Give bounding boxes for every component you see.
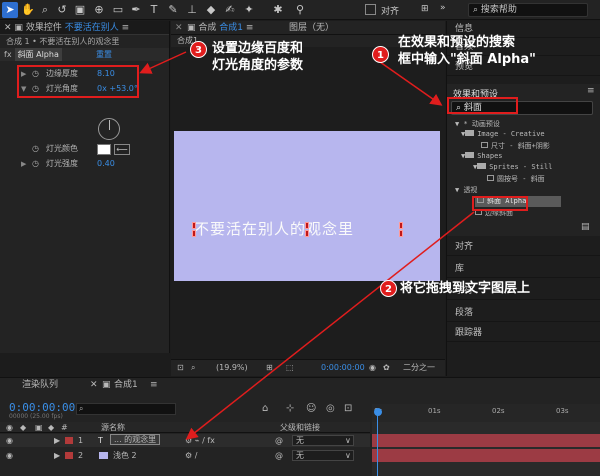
- step1-callout-line1: 在效果和预设的搜索: [398, 35, 516, 50]
- step3-callout-line1: 设置边缘百度和: [212, 41, 304, 56]
- arrow-step2: [185, 211, 475, 440]
- step1-callout-line2: 框中输入"斜面 Alpha": [398, 52, 536, 67]
- step2-callout: 将它拖拽到文字图层上: [400, 281, 531, 296]
- step-number-1: 1: [372, 46, 389, 63]
- arrow-step3: [139, 51, 187, 74]
- step-number-2: 2: [380, 280, 397, 297]
- arrow-step1: [379, 61, 443, 106]
- step3-callout-line2: 灯光角度的参数: [212, 58, 304, 73]
- step-number-3: 3: [190, 41, 207, 58]
